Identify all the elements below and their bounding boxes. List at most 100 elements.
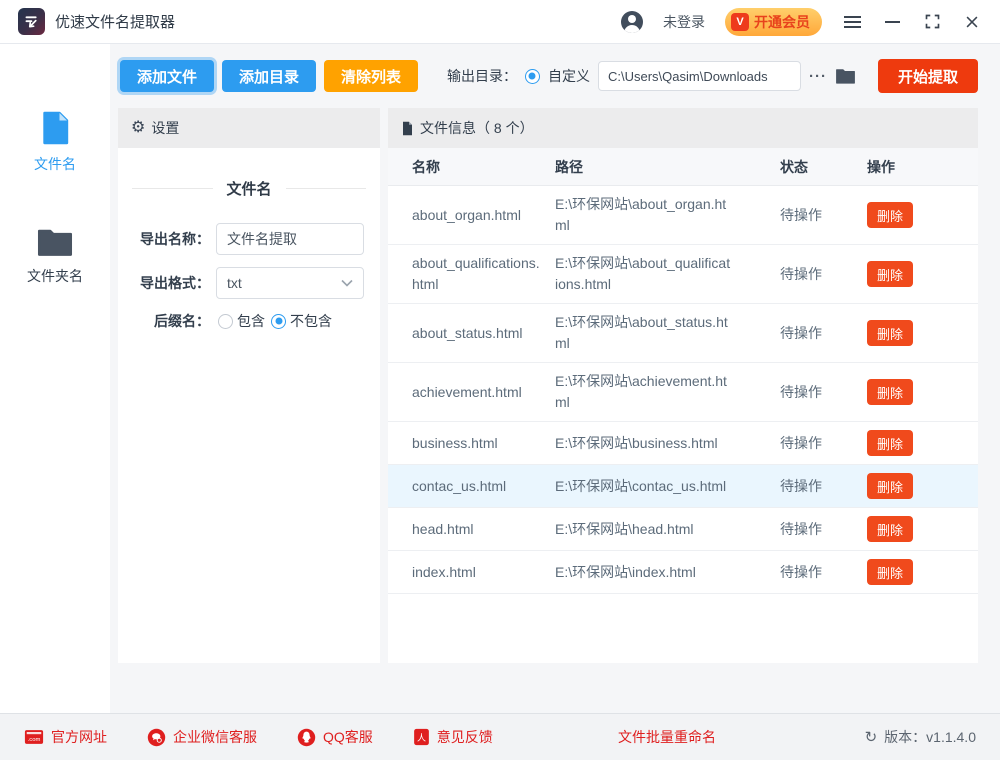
qq-service-link[interactable]: QQ客服 (297, 727, 373, 747)
custom-radio-label[interactable]: 自定义 (548, 66, 590, 86)
toolbar: 添加文件 添加目录 清除列表 输出目录： 自定义 ··· 开始提取 (110, 44, 1000, 108)
col-action: 操作 (867, 157, 978, 177)
file-path-cell: E:\环保网站\head.html (555, 519, 780, 540)
table-row[interactable]: business.html E:\环保网站\business.html 待操作 … (388, 422, 978, 465)
feedback-link[interactable]: 人 意见反馈 (413, 727, 493, 747)
section-title: 文件名 (227, 178, 272, 199)
table-body: about_organ.html E:\环保网站\about_organ.htm… (388, 186, 978, 663)
custom-radio[interactable] (525, 69, 540, 84)
login-status[interactable]: 未登录 (663, 12, 705, 32)
document-icon (401, 121, 414, 136)
file-status-cell: 待操作 (780, 433, 867, 454)
table-row[interactable]: contac_us.html E:\环保网站\contac_us.html 待操… (388, 465, 978, 508)
section-title-row: 文件名 (118, 178, 380, 199)
file-name-cell: achievement.html (412, 382, 555, 403)
sidebar-item-filename[interactable]: 文件名 (34, 110, 76, 174)
wechat-service-icon (147, 728, 166, 747)
delete-button[interactable]: 删除 (867, 320, 913, 346)
settings-header: ⚙ 设置 (118, 108, 380, 148)
minimize-icon[interactable] (882, 12, 902, 32)
file-name-cell: contac_us.html (412, 476, 555, 497)
file-name-cell: index.html (412, 562, 555, 583)
maximize-icon[interactable] (922, 12, 942, 32)
sidebar: 文件名 文件夹名 (0, 44, 110, 713)
sidebar-item-label: 文件名 (34, 154, 76, 174)
official-website-link[interactable]: .com 官方网址 (24, 727, 107, 747)
delete-button[interactable]: 删除 (867, 559, 913, 585)
delete-button[interactable]: 删除 (867, 516, 913, 542)
settings-panel: ⚙ 设置 文件名 导出名称： 导出格式： txt 后缀名： (118, 108, 380, 663)
sidebar-item-label: 文件夹名 (27, 266, 83, 286)
footer: .com 官方网址 企业微信客服 QQ客服 人 (0, 713, 1000, 760)
version-info: ↻ 版本：v1.1.4.0 (865, 727, 976, 747)
file-path-cell: E:\环保网站\index.html (555, 562, 780, 583)
export-name-input[interactable] (216, 223, 364, 255)
delete-button[interactable]: 删除 (867, 430, 913, 456)
file-path-cell: E:\环保网站\contac_us.html (555, 476, 780, 497)
delete-button[interactable]: 删除 (867, 379, 913, 405)
table-row[interactable]: head.html E:\环保网站\head.html 待操作 删除 (388, 508, 978, 551)
table-row[interactable]: achievement.html E:\环保网站\achievement.htm… (388, 363, 978, 422)
wechat-service-link[interactable]: 企业微信客服 (147, 727, 257, 747)
app-logo-icon (18, 8, 45, 35)
col-name: 名称 (412, 157, 555, 177)
delete-button[interactable]: 删除 (867, 261, 913, 287)
suffix-label: 后缀名： (118, 311, 210, 331)
file-info-header: 文件信息（ 8 个） (388, 108, 978, 148)
refresh-icon[interactable]: ↻ (865, 728, 878, 746)
suffix-include-option[interactable]: 包含 (218, 311, 265, 331)
output-dir-label: 输出目录： (447, 66, 517, 86)
app-title: 优速文件名提取器 (55, 11, 175, 32)
title-bar: 优速文件名提取器 未登录 V 开通会员 (0, 0, 1000, 44)
file-path-cell: E:\环保网站\business.html (555, 433, 780, 454)
file-path-cell: E:\环保网站\achievement.html (555, 371, 780, 413)
chevron-down-icon (341, 279, 353, 287)
file-status-cell: 待操作 (780, 519, 867, 540)
table-row[interactable]: about_status.html E:\环保网站\about_status.h… (388, 304, 978, 363)
gear-icon: ⚙ (131, 120, 145, 136)
feedback-icon: 人 (413, 728, 430, 746)
batch-rename-link[interactable]: 文件批量重命名 (618, 727, 716, 747)
exclude-radio[interactable] (271, 314, 286, 329)
svg-text:.com: .com (28, 737, 41, 743)
table-row[interactable]: index.html E:\环保网站\index.html 待操作 删除 (388, 551, 978, 594)
file-path-cell: E:\环保网站\about_status.html (555, 312, 780, 354)
close-icon[interactable] (962, 12, 982, 32)
com-website-icon: .com (24, 729, 44, 745)
output-path-input[interactable] (598, 61, 801, 91)
table-column-headers: 名称 路径 状态 操作 (388, 148, 978, 186)
include-radio[interactable] (218, 314, 233, 329)
delete-button[interactable]: 删除 (867, 473, 913, 499)
file-status-cell: 待操作 (780, 264, 867, 285)
add-directory-button[interactable]: 添加目录 (222, 60, 316, 92)
open-vip-button[interactable]: V 开通会员 (725, 8, 822, 36)
clear-list-button[interactable]: 清除列表 (324, 60, 418, 92)
file-name-cell: about_organ.html (412, 205, 555, 226)
file-status-cell: 待操作 (780, 323, 867, 344)
open-folder-icon[interactable] (835, 67, 856, 85)
file-name-cell: head.html (412, 519, 555, 540)
folder-icon (36, 226, 74, 258)
file-name-cell: business.html (412, 433, 555, 454)
col-path: 路径 (555, 157, 780, 177)
file-status-cell: 待操作 (780, 205, 867, 226)
add-file-button[interactable]: 添加文件 (120, 60, 214, 92)
svg-text:人: 人 (417, 733, 426, 744)
browse-ellipsis-button[interactable]: ··· (809, 68, 827, 85)
file-icon (37, 110, 73, 146)
sidebar-item-foldername[interactable]: 文件夹名 (27, 226, 83, 286)
start-extract-button[interactable]: 开始提取 (878, 59, 978, 93)
file-name-cell: about_qualifications.html (412, 253, 555, 295)
table-row[interactable]: about_organ.html E:\环保网站\about_organ.htm… (388, 186, 978, 245)
table-row[interactable]: about_qualifications.html E:\环保网站\about_… (388, 245, 978, 304)
file-path-cell: E:\环保网站\about_qualifications.html (555, 253, 780, 295)
menu-icon[interactable] (842, 12, 862, 32)
vip-icon: V (731, 13, 749, 31)
export-format-select[interactable]: txt (216, 267, 364, 299)
suffix-exclude-option[interactable]: 不包含 (271, 311, 332, 331)
export-name-label: 导出名称： (118, 229, 210, 249)
file-path-cell: E:\环保网站\about_organ.html (555, 194, 780, 236)
file-status-cell: 待操作 (780, 562, 867, 583)
delete-button[interactable]: 删除 (867, 202, 913, 228)
user-avatar-icon[interactable] (621, 11, 643, 33)
